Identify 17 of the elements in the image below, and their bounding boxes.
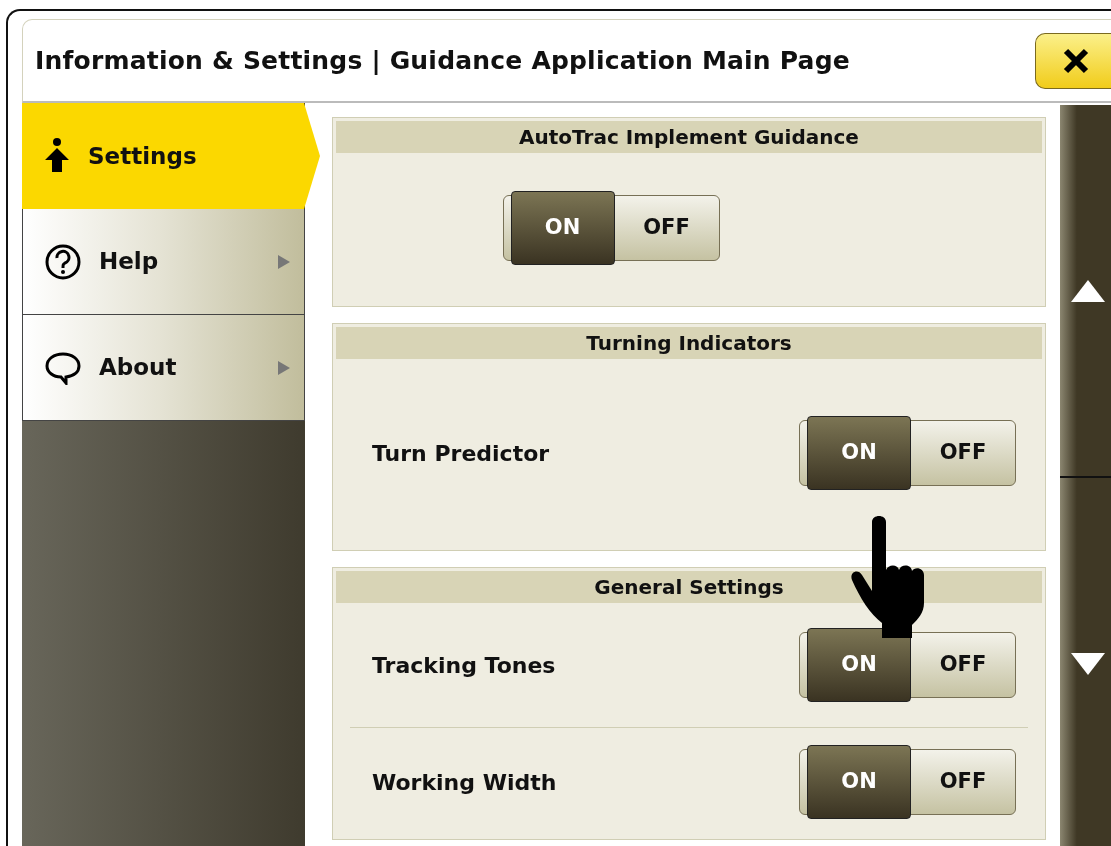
help-icon <box>45 243 81 280</box>
close-icon <box>1061 46 1090 75</box>
setting-label: Tracking Tones <box>372 651 556 680</box>
sidebar-item[interactable]: Help <box>22 209 305 315</box>
setting-label: Working Width <box>372 768 557 797</box>
close-button[interactable] <box>1035 32 1111 89</box>
window-title: Information & Settings | Guidance Application Main Page <box>35 44 850 77</box>
section-header: Turning Indicators <box>336 327 1042 359</box>
sidebar-item[interactable]: About <box>22 315 305 421</box>
sidebar-item[interactable]: Settings <box>22 103 320 209</box>
person-arrow-icon <box>44 138 70 174</box>
up-arrow-icon <box>1071 279 1105 302</box>
setting-label: Turn Predictor <box>372 439 550 468</box>
down-arrow-icon <box>1071 652 1105 675</box>
section-header: AutoTrac Implement Guidance <box>336 121 1042 153</box>
speech-bubble-icon <box>45 350 81 385</box>
section-header: General Settings <box>336 571 1042 603</box>
